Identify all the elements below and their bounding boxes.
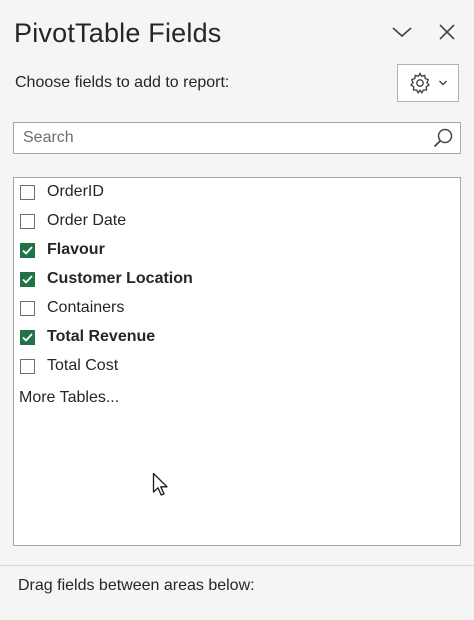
drag-fields-label: Drag fields between areas below: — [18, 577, 255, 594]
collapse-pane-button[interactable] — [388, 18, 416, 46]
search-icon[interactable] — [432, 127, 454, 149]
field-label: OrderID — [47, 183, 104, 200]
field-checkbox[interactable] — [20, 358, 35, 374]
field-list: OrderID Order Date Flavour Customer Loca… — [13, 177, 461, 546]
field-label: Customer Location — [47, 270, 193, 287]
field-checkbox[interactable] — [20, 271, 35, 287]
field-checkbox[interactable] — [20, 184, 35, 200]
field-item-orderid[interactable]: OrderID — [20, 180, 104, 204]
field-checkbox[interactable] — [20, 329, 35, 345]
field-label: Containers — [47, 299, 125, 316]
choose-fields-label: Choose fields to add to report: — [15, 74, 230, 91]
search-input[interactable] — [14, 123, 424, 153]
field-label: Order Date — [47, 212, 127, 229]
field-item-flavour[interactable]: Flavour — [20, 238, 105, 262]
close-icon — [439, 24, 455, 40]
gear-icon — [410, 72, 430, 94]
field-checkbox[interactable] — [20, 300, 35, 316]
field-item-order-date[interactable]: Order Date — [20, 209, 126, 233]
pane-title: PivotTable Fields — [14, 18, 222, 48]
field-checkbox[interactable] — [20, 213, 35, 229]
close-pane-button[interactable] — [433, 18, 461, 46]
field-item-total-cost[interactable]: Total Cost — [20, 354, 118, 378]
field-label: Flavour — [47, 241, 105, 258]
mouse-cursor-icon — [152, 472, 168, 496]
more-tables-link[interactable]: More Tables... — [19, 389, 119, 407]
tools-button[interactable] — [397, 64, 459, 102]
field-item-customer-location[interactable]: Customer Location — [20, 267, 193, 291]
chevron-down-icon — [392, 27, 412, 38]
field-label: Total Cost — [47, 357, 119, 374]
field-item-containers[interactable]: Containers — [20, 296, 124, 320]
field-item-total-revenue[interactable]: Total Revenue — [20, 325, 155, 349]
caret-down-icon — [439, 80, 447, 86]
pivottable-fields-pane: PivotTable Fields Choose fields to add t… — [0, 0, 474, 620]
field-label: Total Revenue — [47, 328, 156, 345]
areas-divider — [0, 565, 474, 566]
field-checkbox[interactable] — [20, 242, 35, 258]
search-box — [13, 122, 461, 154]
